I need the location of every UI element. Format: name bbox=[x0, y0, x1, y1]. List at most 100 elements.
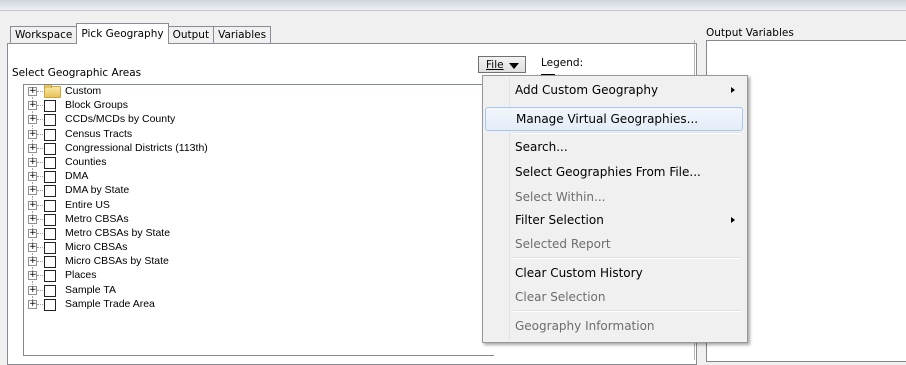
tree-item-custom: Custom bbox=[65, 85, 102, 97]
menu-item-label: Manage Virtual Geographies... bbox=[516, 112, 699, 126]
tree-item-sample-trade-area: Sample Trade Area bbox=[65, 297, 155, 310]
tree-connector bbox=[37, 91, 43, 92]
tree-item-ccds-mcds-by-county: CCDs/MCDs by County bbox=[65, 113, 176, 126]
tab-strip: Workspace Pick Geography Output Variable… bbox=[10, 22, 272, 44]
tree-row[interactable]: + Metro CBSAs bbox=[24, 212, 494, 229]
geography-checkbox[interactable] bbox=[44, 199, 56, 212]
submenu-arrow-icon bbox=[731, 217, 735, 223]
expand-icon[interactable]: + bbox=[28, 285, 37, 295]
geography-checkbox[interactable] bbox=[44, 270, 56, 283]
tree-item-congressional-districts-113th: Congressional Districts (113th) bbox=[65, 141, 208, 154]
menu-item-clear-custom-history[interactable]: Clear Custom History bbox=[485, 261, 743, 285]
tree-row[interactable]: + Micro CBSAs by State bbox=[24, 255, 494, 272]
tree-row[interactable]: + Places bbox=[24, 269, 494, 286]
tab-workspace[interactable]: Workspace bbox=[10, 26, 78, 44]
tree-connector bbox=[37, 289, 43, 291]
tab-variables[interactable]: Variables bbox=[213, 26, 272, 44]
geography-tree[interactable]: + Custom + Block Groups + CCDs/MCDs by County… bbox=[23, 84, 494, 356]
tree-row[interactable]: + Custom bbox=[24, 85, 494, 101]
geography-checkbox[interactable] bbox=[44, 128, 56, 141]
expand-icon[interactable]: + bbox=[28, 299, 37, 309]
tab-output[interactable]: Output bbox=[167, 26, 215, 44]
expand-icon[interactable]: + bbox=[28, 228, 37, 238]
tree-connector bbox=[37, 176, 43, 178]
tree-row[interactable]: + Census Tracts bbox=[24, 128, 494, 144]
tree-row[interactable]: + Sample Trade Area bbox=[24, 298, 494, 312]
menu-item-selected-report[interactable]: Selected Report bbox=[485, 232, 743, 256]
geography-checkbox[interactable] bbox=[44, 185, 56, 198]
menu-item-geography-information[interactable]: Geography Information bbox=[485, 314, 743, 338]
geography-checkbox[interactable] bbox=[44, 114, 56, 127]
menu-item-label: Filter Selection bbox=[515, 213, 604, 227]
expand-icon[interactable]: + bbox=[28, 87, 37, 96]
geography-checkbox[interactable] bbox=[44, 171, 56, 184]
select-geographic-areas-label: Select Geographic Areas bbox=[12, 67, 142, 79]
tree-item-places: Places bbox=[65, 269, 97, 282]
menu-item-search[interactable]: Search... bbox=[485, 135, 743, 159]
tree-connector bbox=[37, 119, 43, 121]
expand-icon[interactable]: + bbox=[28, 271, 37, 281]
tree-connector bbox=[37, 261, 43, 263]
menu-item-label: Select Geographies From File... bbox=[515, 165, 701, 179]
tree-item-block-groups: Block Groups bbox=[65, 99, 129, 112]
menu-item-select-within[interactable]: Select Within... bbox=[485, 185, 743, 209]
tree-connector bbox=[37, 105, 43, 107]
expand-icon[interactable]: + bbox=[28, 172, 37, 182]
menu-separator bbox=[513, 310, 741, 312]
tree-item-entire-us: Entire US bbox=[65, 198, 110, 211]
tree-row[interactable]: + CCDs/MCDs by County bbox=[24, 113, 494, 130]
geography-checkbox[interactable] bbox=[44, 213, 56, 226]
menu-item-filter-selection[interactable]: Filter Selection bbox=[485, 208, 743, 232]
file-button-label: File bbox=[486, 59, 504, 71]
window-top-bar bbox=[0, 0, 906, 11]
tree-connector bbox=[37, 190, 43, 192]
geography-checkbox[interactable] bbox=[44, 100, 56, 113]
geography-checkbox[interactable] bbox=[44, 298, 56, 311]
tab-pick-geography[interactable]: Pick Geography bbox=[76, 23, 169, 44]
menu-item-clear-selection[interactable]: Clear Selection bbox=[485, 285, 743, 309]
geography-checkbox[interactable] bbox=[44, 242, 56, 255]
expand-icon[interactable]: + bbox=[28, 101, 37, 111]
tree-row[interactable]: + Block Groups bbox=[24, 99, 494, 116]
legend-label: Legend: bbox=[541, 57, 584, 69]
menu-item-manage-virtual-geographies[interactable]: Manage Virtual Geographies... bbox=[485, 107, 743, 131]
tree-item-dma-by-state: DMA by State bbox=[65, 184, 130, 197]
tree-row[interactable]: + Congressional Districts (113th) bbox=[24, 141, 494, 158]
menu-item-label: Clear Custom History bbox=[515, 266, 643, 280]
expand-icon[interactable]: + bbox=[28, 257, 37, 267]
tree-row[interactable]: + Micro CBSAs bbox=[24, 241, 494, 258]
expand-icon[interactable]: + bbox=[28, 200, 37, 210]
tree-connector bbox=[37, 247, 43, 249]
expand-icon[interactable]: + bbox=[28, 143, 37, 153]
tree-row[interactable]: + DMA by State bbox=[24, 184, 494, 201]
tree-row[interactable]: + Metro CBSAs by State bbox=[24, 227, 494, 243]
folder-icon bbox=[44, 85, 61, 98]
geography-checkbox[interactable] bbox=[44, 227, 56, 240]
expand-icon[interactable]: + bbox=[28, 157, 37, 167]
geography-checkbox[interactable] bbox=[44, 256, 56, 269]
tree-connector bbox=[37, 147, 43, 149]
tree-row[interactable]: + Sample TA bbox=[24, 284, 494, 300]
menu-item-select-geographies-from-file[interactable]: Select Geographies From File... bbox=[485, 160, 743, 184]
output-variables-label: Output Variables bbox=[706, 27, 794, 39]
file-dropdown-menu: Add Custom Geography Manage Virtual Geogr… bbox=[482, 75, 748, 343]
expand-icon[interactable]: + bbox=[28, 129, 37, 139]
menu-item-label: Selected Report bbox=[515, 237, 611, 251]
expand-icon[interactable]: + bbox=[28, 115, 37, 125]
menu-item-add-custom-geography[interactable]: Add Custom Geography bbox=[485, 78, 743, 102]
tree-row[interactable]: + Entire US bbox=[24, 198, 494, 215]
tree-row[interactable]: + DMA bbox=[24, 170, 494, 187]
dropdown-arrow-icon bbox=[509, 63, 519, 69]
expand-icon[interactable]: + bbox=[28, 186, 37, 196]
file-menu-button[interactable]: File bbox=[478, 56, 526, 73]
tree-item-metro-cbsas: Metro CBSAs bbox=[65, 212, 129, 225]
geography-checkbox[interactable] bbox=[44, 156, 56, 169]
expand-icon[interactable]: + bbox=[28, 243, 37, 253]
geography-checkbox[interactable] bbox=[44, 142, 56, 155]
tree-item-dma: DMA bbox=[65, 170, 89, 183]
expand-icon[interactable]: + bbox=[28, 214, 37, 224]
geography-checkbox[interactable] bbox=[44, 284, 56, 297]
tree-row[interactable]: + Counties bbox=[24, 156, 494, 172]
tree-connector bbox=[37, 232, 43, 234]
menu-item-label: Search... bbox=[515, 140, 568, 154]
